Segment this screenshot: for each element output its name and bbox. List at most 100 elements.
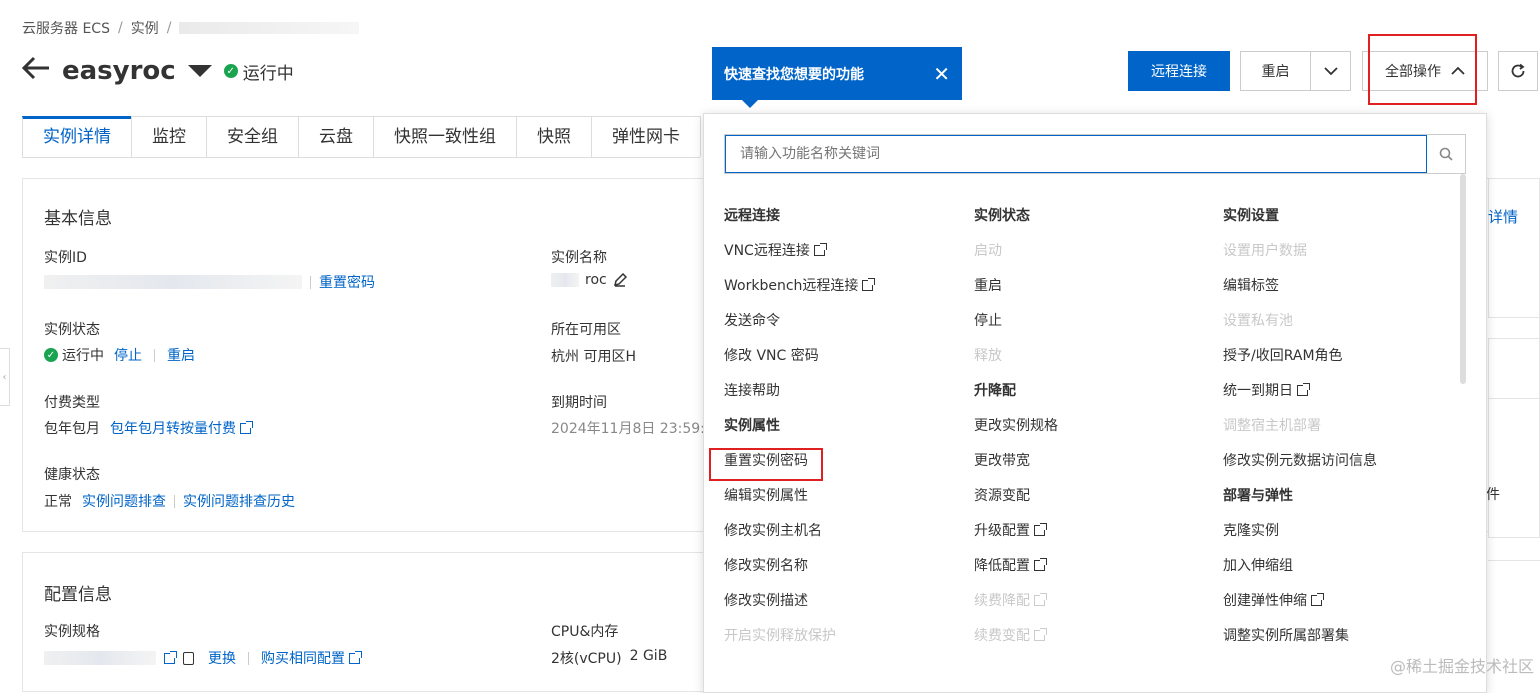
menu-group-remote-connect: 远程连接 [724,208,873,243]
menu-item-rename-instance[interactable]: 修改实例名称 [724,558,873,593]
menu-item-stop[interactable]: 停止 [974,313,1058,348]
back-arrow-icon[interactable] [22,56,50,86]
tab-snapshot[interactable]: 快照 [516,116,592,157]
menu-item-unify-expire-label: 统一到期日 [1223,383,1293,399]
external-link-icon [1034,525,1045,536]
menu-item-deploy-set[interactable]: 调整实例所属部署集 [1223,628,1377,663]
search-icon[interactable] [1427,135,1465,173]
menu-item-edit-tags[interactable]: 编辑标签 [1223,278,1377,313]
instance-name-value: roc [585,272,607,288]
menu-item-workbench[interactable]: Workbench远程连接 [724,278,873,313]
tab-eni[interactable]: 弹性网卡 [591,116,701,157]
buy-same-link[interactable]: 购买相同配置 [261,648,360,668]
menu-item-modify-hostname[interactable]: 修改实例主机名 [724,523,873,558]
expire-label: 到期时间 [551,392,607,412]
menu-item-renew-downgrade: 续费降配 [974,593,1058,628]
menu-item-ram-role[interactable]: 授予/收回RAM角色 [1223,348,1377,383]
menu-item-change-bandwidth[interactable]: 更改带宽 [974,453,1058,488]
menu-item-downgrade[interactable]: 降低配置 [974,558,1058,593]
pay-type-value: 包年包月 [44,418,100,438]
menu-item-clone[interactable]: 克隆实例 [1223,523,1377,558]
tab-security-group[interactable]: 安全组 [206,116,299,157]
copy-icon[interactable] [183,652,194,665]
menu-item-send-command[interactable]: 发送命令 [724,313,873,348]
stop-link[interactable]: 停止 [114,345,142,365]
menu-item-host-deploy: 调整宿主机部署 [1223,418,1377,453]
external-link-icon [1034,630,1045,641]
watermark: @稀土掘金技术社区 [1390,653,1534,677]
menu-item-connect-help[interactable]: 连接帮助 [724,383,873,418]
instance-name-label: 实例名称 [551,247,607,267]
cpu-value: 2核(vCPU) [551,648,622,668]
menu-item-modify-description[interactable]: 修改实例描述 [724,593,873,628]
convert-payment-link[interactable]: 包年包月转按量付费 [110,418,251,438]
expire-value: 2024年11月8日 23:59:5 [551,418,714,438]
collapse-handle[interactable]: ‹ [0,348,10,406]
change-spec-link[interactable]: 更换 [208,648,236,668]
highlight-box-reset-password [709,448,823,481]
menu-item-unify-expire[interactable]: 统一到期日 [1223,383,1377,418]
menu-column-settings: 实例设置 设置用户数据 编辑标签 设置私有池 授予/收回RAM角色 统一到期日 … [1223,208,1377,663]
breadcrumb-instances[interactable]: 实例 [131,18,159,38]
menu-item-resource-change[interactable]: 资源变配 [974,488,1058,523]
external-link-icon [1034,595,1045,606]
masked-name-prefix [551,273,579,287]
more-dropdown-button[interactable] [1310,51,1351,91]
tooltip-text: 快速查找您想要的功能 [724,64,864,84]
edit-pencil-icon[interactable] [613,273,627,287]
close-icon[interactable]: ✕ [933,62,950,86]
chevron-down-icon [1324,66,1338,76]
caret-down-icon[interactable] [188,65,212,77]
menu-item-modify-vnc-password[interactable]: 修改 VNC 密码 [724,348,873,383]
menu-group-instance-settings: 实例设置 [1223,208,1377,243]
highlight-box-all-ops [1368,34,1477,105]
pay-type-row: 包年包月 包年包月转按量付费 [44,418,251,438]
menu-column-state: 实例状态 启动 重启 停止 释放 升降配 更改实例规格 更改带宽 资源变配 升级… [974,208,1058,663]
menu-item-renew-change-label: 续费变配 [974,628,1030,644]
divider [1488,560,1540,561]
zone-label: 所在可用区 [551,319,621,339]
divider [154,349,155,362]
refresh-button[interactable] [1498,51,1538,91]
restart-link[interactable]: 重启 [167,345,195,365]
menu-item-create-scaling[interactable]: 创建弹性伸缩 [1223,593,1377,628]
external-link-icon [1034,560,1045,571]
reset-password-link[interactable]: 重置密码 [319,272,375,292]
external-link-icon[interactable] [164,653,175,664]
instance-id-row: 重置密码 [44,272,375,292]
menu-item-change-spec[interactable]: 更改实例规格 [974,418,1058,453]
panel-scrollbar[interactable] [1460,174,1466,384]
remote-connect-button[interactable]: 远程连接 [1128,51,1230,91]
restart-button[interactable]: 重启 [1240,51,1311,91]
menu-item-workbench-label: Workbench远程连接 [724,278,858,294]
menu-item-upgrade[interactable]: 升级配置 [974,523,1058,558]
troubleshoot-link[interactable]: 实例问题排查 [82,491,166,511]
breadcrumb-ecs[interactable]: 云服务器 ECS [22,18,110,38]
health-value: 正常 [44,491,72,511]
tab-cloud-disk[interactable]: 云盘 [298,116,374,157]
menu-item-vnc[interactable]: VNC远程连接 [724,243,873,278]
menu-item-restart[interactable]: 重启 [974,278,1058,313]
check-circle-icon: ✓ [224,64,238,78]
external-link-icon [240,423,251,434]
tab-snapshot-consistency[interactable]: 快照一致性组 [373,116,517,157]
feature-search-input[interactable] [725,135,1427,173]
menu-item-renew-change: 续费变配 [974,628,1058,663]
breadcrumb-separator: / [167,20,172,36]
menu-item-start: 启动 [974,243,1058,278]
menu-item-release: 释放 [974,348,1058,383]
menu-item-edit-attributes[interactable]: 编辑实例属性 [724,488,873,523]
menu-item-scaling-group[interactable]: 加入伸缩组 [1223,558,1377,593]
tab-instance-details[interactable]: 实例详情 [22,116,132,157]
right-card-top [1488,178,1540,318]
tab-bar: 实例详情 监控 安全组 云盘 快照一致性组 快照 弹性网卡 [22,116,700,158]
instance-name-row: roc [551,272,627,288]
details-link[interactable]: 详情 [1488,206,1518,227]
menu-item-metadata-access[interactable]: 修改实例元数据访问信息 [1223,453,1377,488]
troubleshoot-history-link[interactable]: 实例问题排查历史 [183,491,295,511]
tab-monitor[interactable]: 监控 [131,116,207,157]
check-circle-icon: ✓ [44,348,58,362]
page-title: easyroc [62,56,176,86]
menu-group-deploy-elastic: 部署与弹性 [1223,488,1377,523]
menu-item-vnc-label: VNC远程连接 [724,243,810,259]
